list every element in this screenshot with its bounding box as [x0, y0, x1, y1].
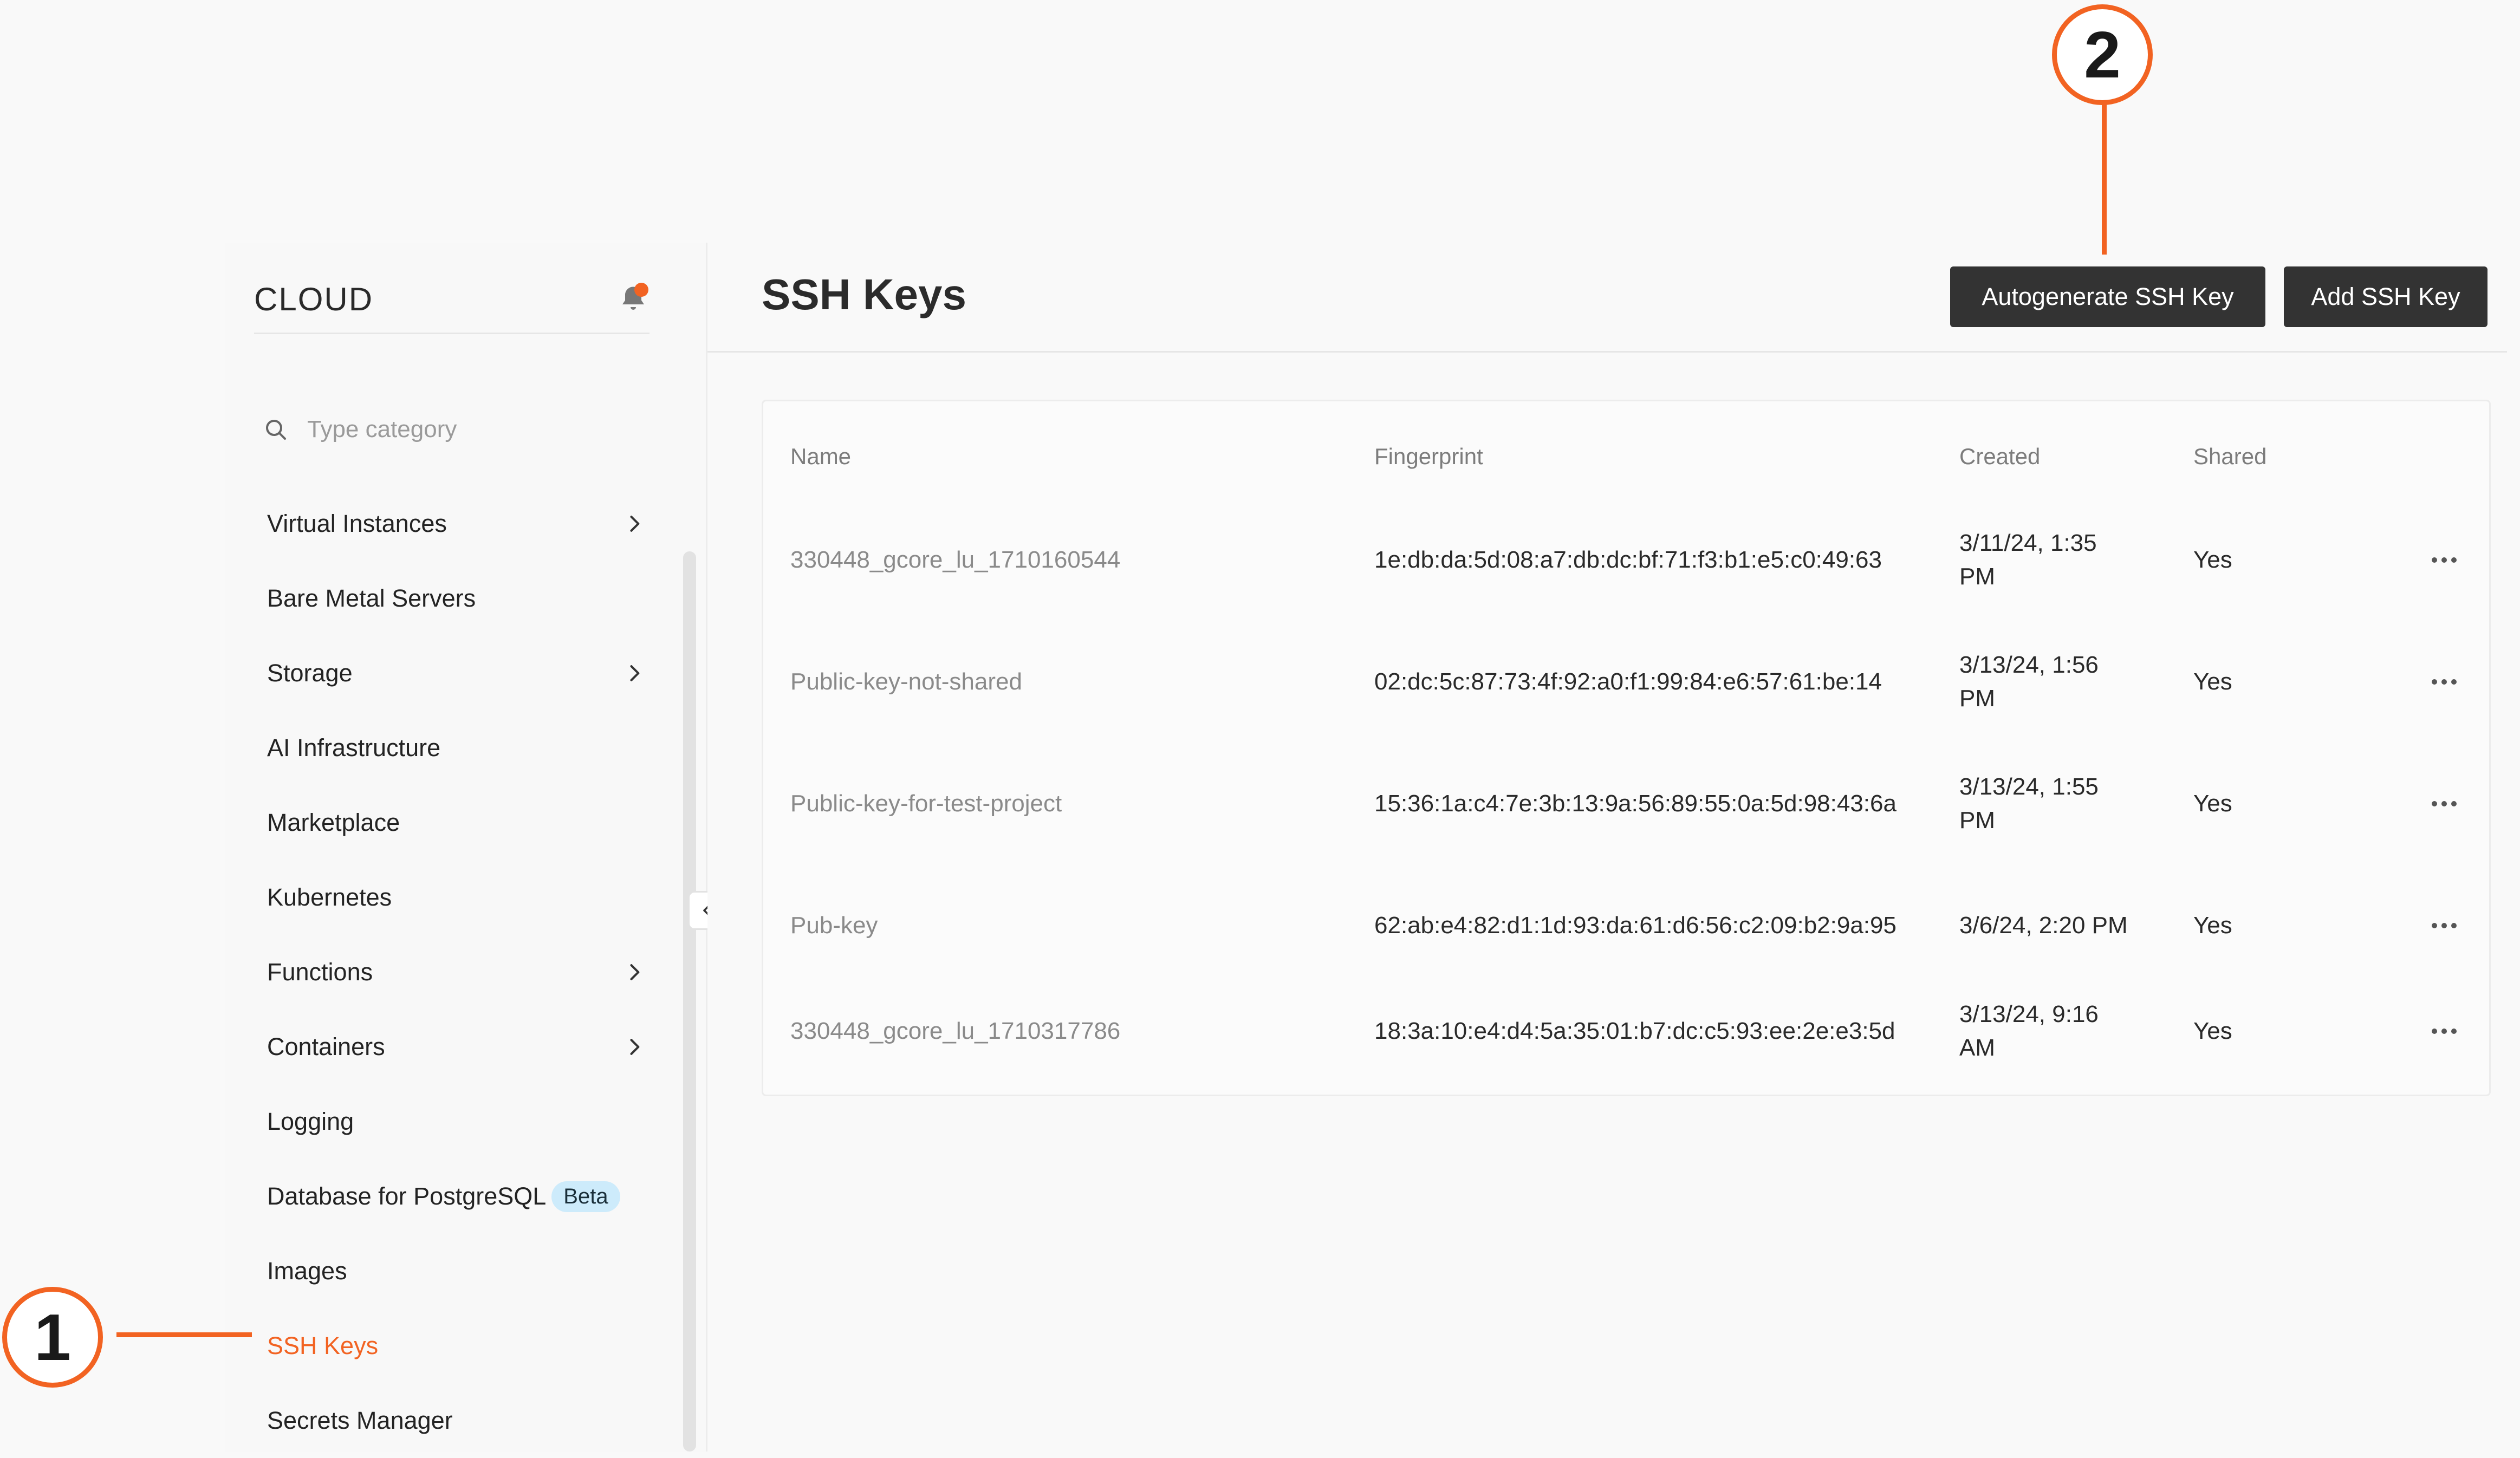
sidebar-item-label: SSH Keys — [267, 1332, 379, 1359]
key-fingerprint: 02:dc:5c:87:73:4f:92:a0:f1:99:84:e6:57:6… — [1374, 668, 1882, 695]
key-shared: Yes — [2193, 668, 2232, 695]
sidebar-item-storage[interactable]: Storage — [267, 636, 646, 711]
sidebar-item-label: Storage — [267, 659, 353, 687]
sidebar-header: CLOUD — [254, 281, 650, 334]
key-created: 3/6/24, 2:20 PM — [1959, 912, 2128, 939]
add-ssh-key-button[interactable]: Add SSH Key — [2284, 266, 2487, 327]
sidebar-item-label: Bare Metal Servers — [267, 584, 476, 612]
table-row[interactable]: 330448_gcore_lu_1710160544 1e:db:da:5d:0… — [763, 499, 2489, 621]
sidebar-item-label: Logging — [267, 1108, 354, 1135]
sidebar-item-virtual-instances[interactable]: Virtual Instances — [267, 486, 646, 561]
sidebar-item-functions[interactable]: Functions — [267, 935, 646, 1010]
key-name: 330448_gcore_lu_1710317786 — [790, 1017, 1121, 1044]
sidebar-scrollbar[interactable] — [683, 551, 696, 1452]
sidebar-item-label: Database for PostgreSQL — [267, 1182, 547, 1210]
category-search[interactable] — [263, 411, 631, 448]
key-created: 3/13/24, 1:56 PM — [1959, 651, 2099, 712]
key-shared: Yes — [2193, 1017, 2232, 1044]
chevron-right-icon — [630, 665, 640, 681]
column-header-fingerprint: Fingerprint — [1374, 444, 1483, 469]
key-fingerprint: 1e:db:da:5d:08:a7:db:dc:bf:71:f3:b1:e5:c… — [1374, 546, 1882, 573]
key-name: Public-key-not-shared — [790, 668, 1022, 695]
callout-2: 2 — [2052, 4, 2153, 105]
callout-1-line — [116, 1332, 252, 1337]
column-header-created: Created — [1959, 444, 2041, 469]
sidebar-item-label: Images — [267, 1257, 347, 1285]
sidebar: CLOUD Virtual Instances Bare Metal Serve… — [225, 243, 707, 1452]
key-name: Pub-key — [790, 912, 878, 939]
sidebar-item-label: Marketplace — [267, 809, 400, 836]
notification-dot — [634, 283, 648, 297]
search-input[interactable] — [306, 415, 612, 444]
page-title: SSH Keys — [762, 270, 966, 318]
callout-1: 1 — [2, 1287, 103, 1388]
sidebar-item-ai-infrastructure[interactable]: AI Infrastructure — [267, 711, 646, 785]
table-row[interactable]: Public-key-for-test-project 15:36:1a:c4:… — [763, 743, 2489, 864]
column-header-shared: Shared — [2193, 444, 2267, 469]
sidebar-item-label: Secrets Manager — [267, 1407, 453, 1434]
autogenerate-ssh-key-button[interactable]: Autogenerate SSH Key — [1950, 266, 2265, 327]
sidebar-item-label-wrap: Database for PostgreSQL Beta — [267, 1181, 620, 1212]
sidebar-item-images[interactable]: Images — [267, 1234, 646, 1309]
key-shared: Yes — [2193, 790, 2232, 817]
more-icon[interactable] — [2432, 499, 2457, 621]
key-shared: Yes — [2193, 912, 2232, 939]
sidebar-item-ssh-keys[interactable]: SSH Keys — [267, 1309, 646, 1383]
more-icon[interactable] — [2432, 864, 2457, 986]
key-fingerprint: 15:36:1a:c4:7e:3b:13:9a:56:89:55:0a:5d:9… — [1374, 790, 1897, 817]
table-row[interactable]: Pub-key 62:ab:e4:82:d1:1d:93:da:61:d6:56… — [763, 864, 2489, 986]
sidebar-item-bare-metal-servers[interactable]: Bare Metal Servers — [267, 561, 646, 636]
sidebar-item-label: Kubernetes — [267, 883, 392, 911]
chevron-right-icon — [630, 1039, 640, 1055]
sidebar-item-marketplace[interactable]: Marketplace — [267, 785, 646, 860]
sidebar-item-logging[interactable]: Logging — [267, 1084, 646, 1159]
table-row[interactable]: Public-key-not-shared 02:dc:5c:87:73:4f:… — [763, 621, 2489, 743]
chevron-right-icon — [630, 964, 640, 980]
callout-2-line — [2102, 103, 2107, 255]
chevron-right-icon — [630, 516, 640, 532]
sidebar-item-label: Virtual Instances — [267, 510, 447, 537]
beta-badge: Beta — [551, 1181, 620, 1212]
sidebar-item-database-postgresql[interactable]: Database for PostgreSQL Beta — [267, 1159, 646, 1234]
key-created: 3/13/24, 9:16 AM — [1959, 1000, 2099, 1061]
sidebar-item-secrets-manager[interactable]: Secrets Manager — [267, 1383, 646, 1458]
main-header: SSH Keys Autogenerate SSH Key Add SSH Ke… — [707, 243, 2507, 353]
bell-icon[interactable] — [617, 283, 650, 315]
key-fingerprint: 62:ab:e4:82:d1:1d:93:da:61:d6:56:c2:09:b… — [1374, 912, 1897, 939]
sidebar-nav: Virtual Instances Bare Metal Servers Sto… — [267, 486, 646, 1458]
sidebar-item-label: AI Infrastructure — [267, 734, 441, 761]
table-row[interactable]: 330448_gcore_lu_1710317786 18:3a:10:e4:d… — [763, 970, 2489, 1092]
column-header-name: Name — [790, 444, 852, 469]
key-name: 330448_gcore_lu_1710160544 — [790, 546, 1121, 573]
key-name: Public-key-for-test-project — [790, 790, 1062, 817]
sidebar-item-label: Functions — [267, 958, 373, 986]
more-icon[interactable] — [2432, 621, 2457, 743]
sidebar-item-kubernetes[interactable]: Kubernetes — [267, 860, 646, 935]
sidebar-item-containers[interactable]: Containers — [267, 1010, 646, 1084]
main-content: SSH Keys Autogenerate SSH Key Add SSH Ke… — [707, 243, 2507, 1452]
more-icon[interactable] — [2432, 743, 2457, 864]
key-created: 3/11/24, 1:35 PM — [1959, 529, 2097, 590]
key-shared: Yes — [2193, 546, 2232, 573]
ssh-keys-table: Name Fingerprint Created Shared 330448_g… — [762, 400, 2491, 1096]
key-fingerprint: 18:3a:10:e4:d4:5a:35:01:b7:dc:c5:93:ee:2… — [1374, 1017, 1895, 1044]
key-created: 3/13/24, 1:55 PM — [1959, 773, 2099, 834]
sidebar-title: CLOUD — [254, 281, 374, 317]
sidebar-item-label: Containers — [267, 1033, 385, 1060]
search-icon — [266, 420, 286, 440]
more-icon[interactable] — [2432, 970, 2457, 1092]
